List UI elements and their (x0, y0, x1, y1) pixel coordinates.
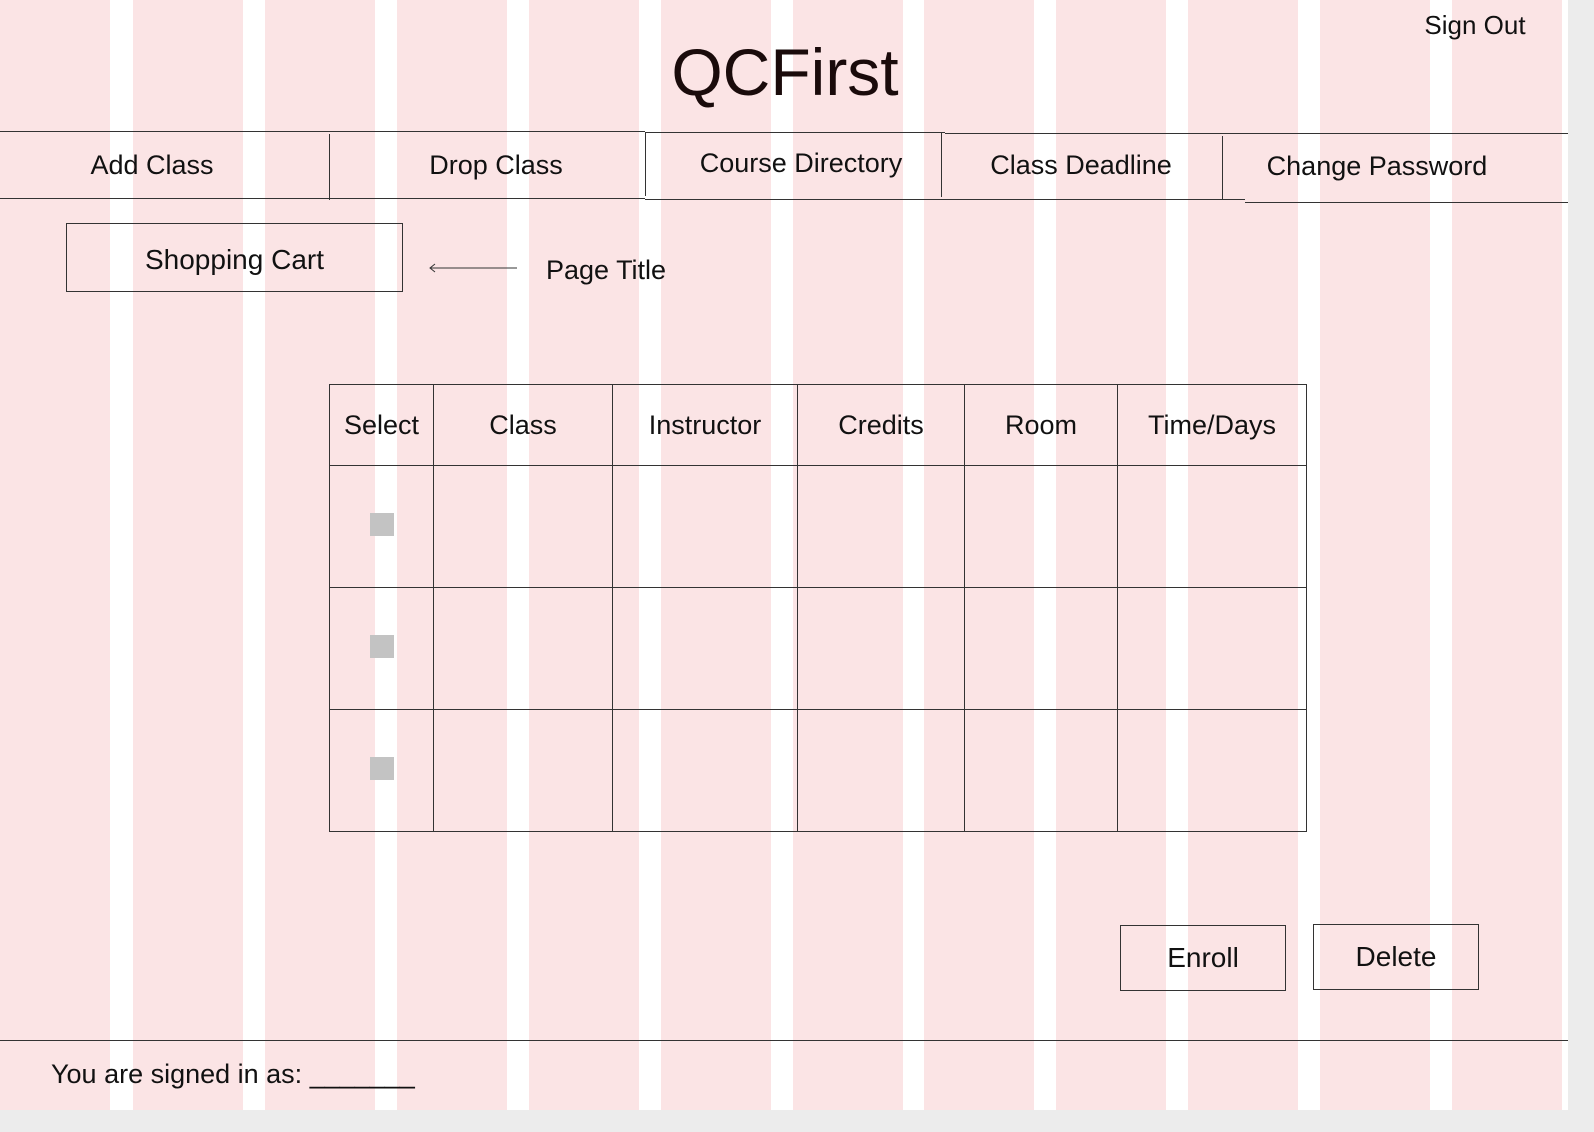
column-header-select: Select (329, 384, 434, 466)
room-cell (964, 465, 1118, 588)
select-cell (329, 709, 434, 832)
credits-cell (797, 587, 965, 710)
select-checkbox[interactable] (369, 756, 394, 780)
nav-divider (1222, 136, 1223, 200)
delete-button[interactable]: Delete (1313, 924, 1479, 990)
credits-cell (797, 709, 965, 832)
nav-bottom-border (0, 198, 645, 199)
room-cell (964, 587, 1118, 710)
select-cell (329, 587, 434, 710)
nav-divider (329, 134, 330, 200)
nav-item-change-password[interactable]: Change Password (1224, 135, 1530, 199)
wireframe-canvas: QCFirst Sign Out Add Class Drop Class Co… (0, 0, 1568, 1110)
nav-item-course-directory[interactable]: Course Directory (650, 132, 952, 196)
nav-item-add-class[interactable]: Add Class (0, 134, 304, 198)
class-cell (433, 709, 613, 832)
select-cell (329, 465, 434, 588)
table-header-row: Select Class Instructor Credits Room Tim… (329, 384, 1307, 466)
nav-item-drop-class[interactable]: Drop Class (346, 134, 646, 198)
instructor-cell (612, 465, 798, 588)
app-title: QCFirst (671, 35, 899, 109)
select-checkbox[interactable] (369, 634, 394, 658)
column-header-credits: Credits (797, 384, 965, 466)
table-row (329, 709, 1307, 832)
arrow-left-icon (429, 263, 517, 273)
instructor-cell (612, 709, 798, 832)
page-title: Shopping Cart (66, 223, 403, 292)
class-cell (433, 587, 613, 710)
time-days-cell (1117, 587, 1307, 710)
column-header-room: Room (964, 384, 1118, 466)
instructor-cell (612, 587, 798, 710)
credits-cell (797, 465, 965, 588)
column-header-class: Class (433, 384, 613, 466)
room-cell (964, 709, 1118, 832)
nav-item-class-deadline[interactable]: Class Deadline (942, 134, 1220, 198)
nav-bottom-border (645, 199, 1245, 200)
time-days-cell (1117, 709, 1307, 832)
table-row (329, 587, 1307, 710)
shopping-cart-table: Select Class Instructor Credits Room Tim… (329, 384, 1307, 832)
sign-out-link[interactable]: Sign Out (1400, 8, 1550, 42)
footer-divider (0, 1040, 1568, 1041)
time-days-cell (1117, 465, 1307, 588)
signed-in-status: You are signed in as: _______ (51, 1059, 415, 1089)
enroll-button[interactable]: Enroll (1120, 925, 1286, 991)
table-row (329, 465, 1307, 588)
class-cell (433, 465, 613, 588)
column-header-time-days: Time/Days (1117, 384, 1307, 466)
select-checkbox[interactable] (369, 512, 394, 536)
annotation-label: Page Title (546, 255, 667, 285)
nav-top-border (0, 131, 645, 132)
nav-bottom-border (1245, 202, 1568, 203)
column-header-instructor: Instructor (612, 384, 798, 466)
